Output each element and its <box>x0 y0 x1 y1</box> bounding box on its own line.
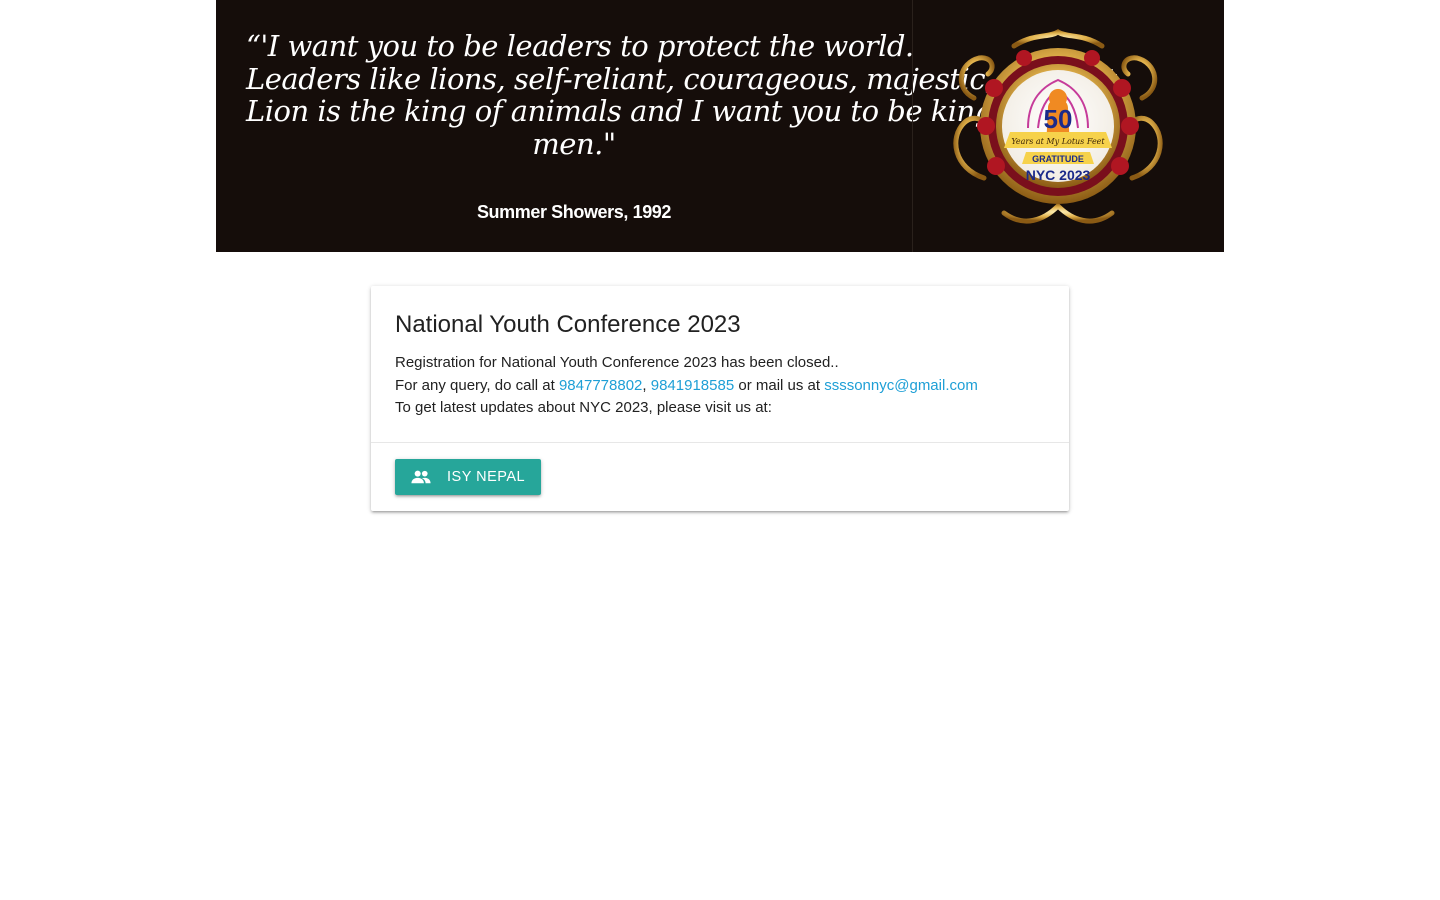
email-link[interactable]: ssssonnyc@gmail.com <box>824 377 978 394</box>
quote-line: Leaders like lions, self-reliant, courag… <box>246 61 1126 96</box>
nyc-2023-emblem: 50 Years at My Lotus Feet GRATITUDE NYC … <box>953 28 1163 224</box>
card-content: National Youth Conference 2023 Registrat… <box>395 310 1045 420</box>
quote-line: Lion is the king of animals and I want y… <box>246 94 1099 128</box>
isy-nepal-button[interactable]: ISY NEPAL <box>395 459 542 495</box>
contact-line: For any query, do call at 9847778802, 98… <box>395 375 1045 398</box>
emblem-event: NYC 2023 <box>1026 167 1091 183</box>
phone-link-2[interactable]: 9841918585 <box>651 377 734 394</box>
registration-card: National Youth Conference 2023 Registrat… <box>371 286 1069 511</box>
card-body: Registration for National Youth Conferen… <box>395 352 1045 420</box>
emblem-number: 50 <box>1044 104 1073 134</box>
phone-separator: , <box>642 376 651 394</box>
header-banner: “'I want you to be leaders to protect th… <box>216 0 1224 252</box>
contact-mid: or mail us at <box>734 376 825 394</box>
card-title: National Youth Conference 2023 <box>395 311 741 338</box>
people-icon <box>411 470 431 484</box>
quote-line: men." <box>532 126 616 161</box>
card-actions: ISY NEPAL <box>371 442 1069 512</box>
updates-line: To get latest updates about NYC 2023, pl… <box>395 399 772 416</box>
phone-link-1[interactable]: 9847778802 <box>559 377 642 394</box>
banner-quote: “'I want you to be leaders to protect th… <box>246 29 1126 161</box>
quote-source: Summer Showers, 1992 <box>476 202 672 222</box>
closed-notice: Registration for National Youth Conferen… <box>395 354 839 371</box>
emblem-gratitude: GRATITUDE <box>1032 154 1084 164</box>
emblem-ribbon: Years at My Lotus Feet <box>1011 137 1105 146</box>
quote-line: “'I want you to be leaders to protect th… <box>246 29 914 63</box>
banner-divider <box>912 0 913 252</box>
contact-prefix: For any query, do call at <box>395 376 559 394</box>
isy-nepal-label: ISY NEPAL <box>447 469 526 485</box>
